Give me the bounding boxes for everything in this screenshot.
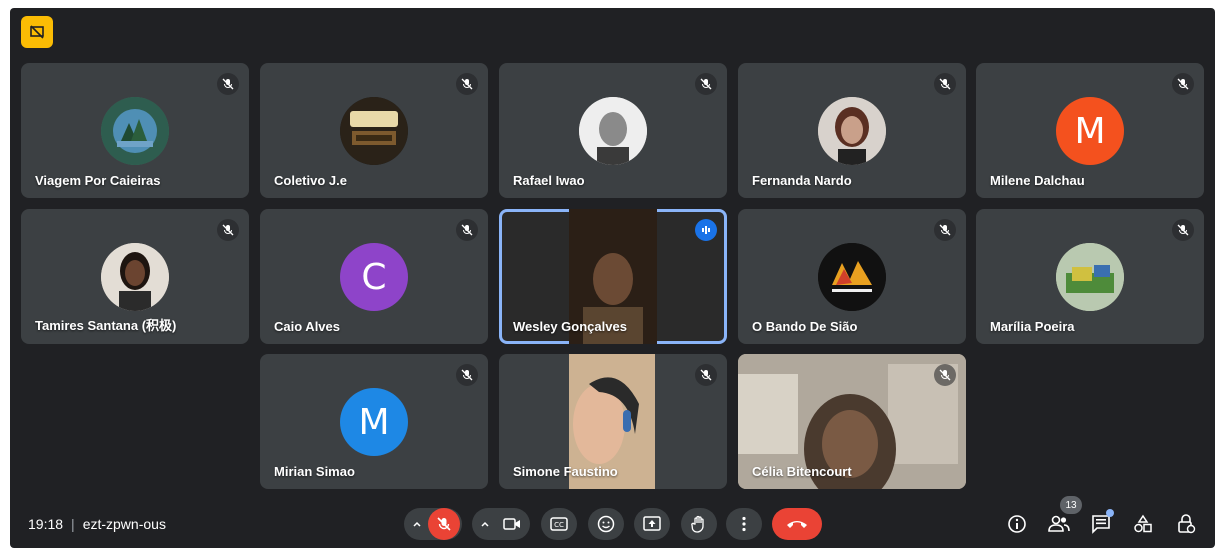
- participant-name: Caio Alves: [274, 319, 340, 334]
- mic-off-icon: [456, 364, 478, 386]
- mic-off-icon: [217, 73, 239, 95]
- emoji-button[interactable]: [588, 508, 624, 540]
- captions-icon: CC: [550, 517, 568, 531]
- meeting-code: ezt-zpwn-ous: [82, 516, 166, 532]
- avatar: [818, 243, 886, 311]
- people-button[interactable]: [1047, 512, 1071, 536]
- mic-off-icon: [695, 364, 717, 386]
- mic-off-icon: [456, 73, 478, 95]
- avatar-letter: M: [1074, 110, 1106, 152]
- captions-button[interactable]: CC: [541, 508, 577, 540]
- meeting-details-button[interactable]: [1005, 512, 1029, 536]
- participant-name: Mirian Simao: [274, 464, 355, 479]
- participant-tile[interactable]: Coletivo J.e: [260, 63, 488, 198]
- participant-tile[interactable]: Marília Poeira: [976, 209, 1204, 344]
- info-icon: [1008, 515, 1026, 533]
- unread-indicator: [1106, 509, 1114, 517]
- people-icon: [1048, 515, 1070, 532]
- participant-tile[interactable]: Viagem Por Caieiras: [21, 63, 249, 198]
- more-options-button[interactable]: [726, 508, 762, 540]
- avatar-letter: M: [358, 401, 390, 443]
- host-controls-icon: [1178, 514, 1196, 534]
- avatar: [101, 97, 169, 165]
- participant-name: Viagem Por Caieiras: [35, 173, 161, 188]
- mic-off-icon: [934, 73, 956, 95]
- host-controls-button[interactable]: [1174, 512, 1198, 536]
- mic-off-icon: [695, 73, 717, 95]
- end-call-icon: [787, 521, 807, 528]
- mic-off-icon: [1172, 219, 1194, 241]
- participant-tile[interactable]: Fernanda Nardo: [738, 63, 966, 198]
- emoji-icon: [597, 515, 615, 533]
- avatar: [101, 243, 169, 311]
- chat-icon: [1092, 515, 1110, 534]
- participant-tile[interactable]: M Milene Dalchau: [976, 63, 1204, 198]
- mic-off-icon: [456, 219, 478, 241]
- participant-tile[interactable]: Simone Faustino: [499, 354, 727, 489]
- camera-icon: [503, 518, 520, 530]
- divider: |: [71, 516, 75, 532]
- present-button[interactable]: [634, 508, 670, 540]
- participant-name: Milene Dalchau: [990, 173, 1085, 188]
- participant-tile[interactable]: C Caio Alves: [260, 209, 488, 344]
- mic-off-icon: [437, 517, 451, 531]
- avatar: M: [340, 388, 408, 456]
- meeting-time: 19:18: [28, 516, 64, 532]
- more-options-icon: [742, 516, 746, 532]
- chevron-up-icon[interactable]: [474, 508, 496, 540]
- participant-name: Rafael Iwao: [513, 173, 585, 188]
- participant-tile[interactable]: Tamires Santana (积极): [21, 209, 249, 344]
- mic-toggle-button[interactable]: [428, 508, 460, 540]
- participant-name: Simone Faustino: [513, 464, 618, 479]
- avatar: [579, 97, 647, 165]
- participant-name: Wesley Gonçalves: [513, 319, 627, 334]
- camera-toggle-button[interactable]: [496, 508, 528, 540]
- participant-name: Coletivo J.e: [274, 173, 347, 188]
- participant-tile[interactable]: O Bando De Sião: [738, 209, 966, 344]
- present-icon: [643, 516, 661, 531]
- participant-tile[interactable]: M Mirian Simao: [260, 354, 488, 489]
- mic-off-icon: [1172, 73, 1194, 95]
- chevron-up-icon[interactable]: [406, 508, 428, 540]
- end-call-button[interactable]: [772, 508, 822, 540]
- participant-tile-active[interactable]: Wesley Gonçalves: [499, 209, 727, 344]
- activities-icon: [1134, 514, 1152, 533]
- participant-name: Fernanda Nardo: [752, 173, 852, 188]
- audio-level-icon: [695, 219, 717, 241]
- participant-name: O Bando De Sião: [752, 319, 858, 334]
- mic-off-icon: [217, 219, 239, 241]
- participant-name: Tamires Santana (积极): [35, 318, 177, 333]
- no-presentation-icon: [30, 25, 44, 39]
- avatar: M: [1056, 97, 1124, 165]
- mic-off-icon: [934, 364, 956, 386]
- avatar: [818, 97, 886, 165]
- avatar: C: [340, 243, 408, 311]
- raise-hand-icon: [691, 515, 704, 533]
- avatar: [1056, 243, 1124, 311]
- raise-hand-button[interactable]: [681, 508, 717, 540]
- participant-tile[interactable]: Rafael Iwao: [499, 63, 727, 198]
- participant-tile[interactable]: Célia Bitencourt: [738, 354, 966, 489]
- svg-text:CC: CC: [554, 521, 564, 529]
- meeting-info: 19:18 | ezt-zpwn-ous: [28, 516, 166, 532]
- mic-off-icon: [934, 219, 956, 241]
- avatar-letter: C: [361, 256, 387, 298]
- participant-name: Célia Bitencourt: [752, 464, 852, 479]
- participant-name: Marília Poeira: [990, 319, 1075, 334]
- activities-button[interactable]: [1131, 512, 1155, 536]
- presentation-badge[interactable]: [21, 16, 53, 48]
- avatar: [340, 97, 408, 165]
